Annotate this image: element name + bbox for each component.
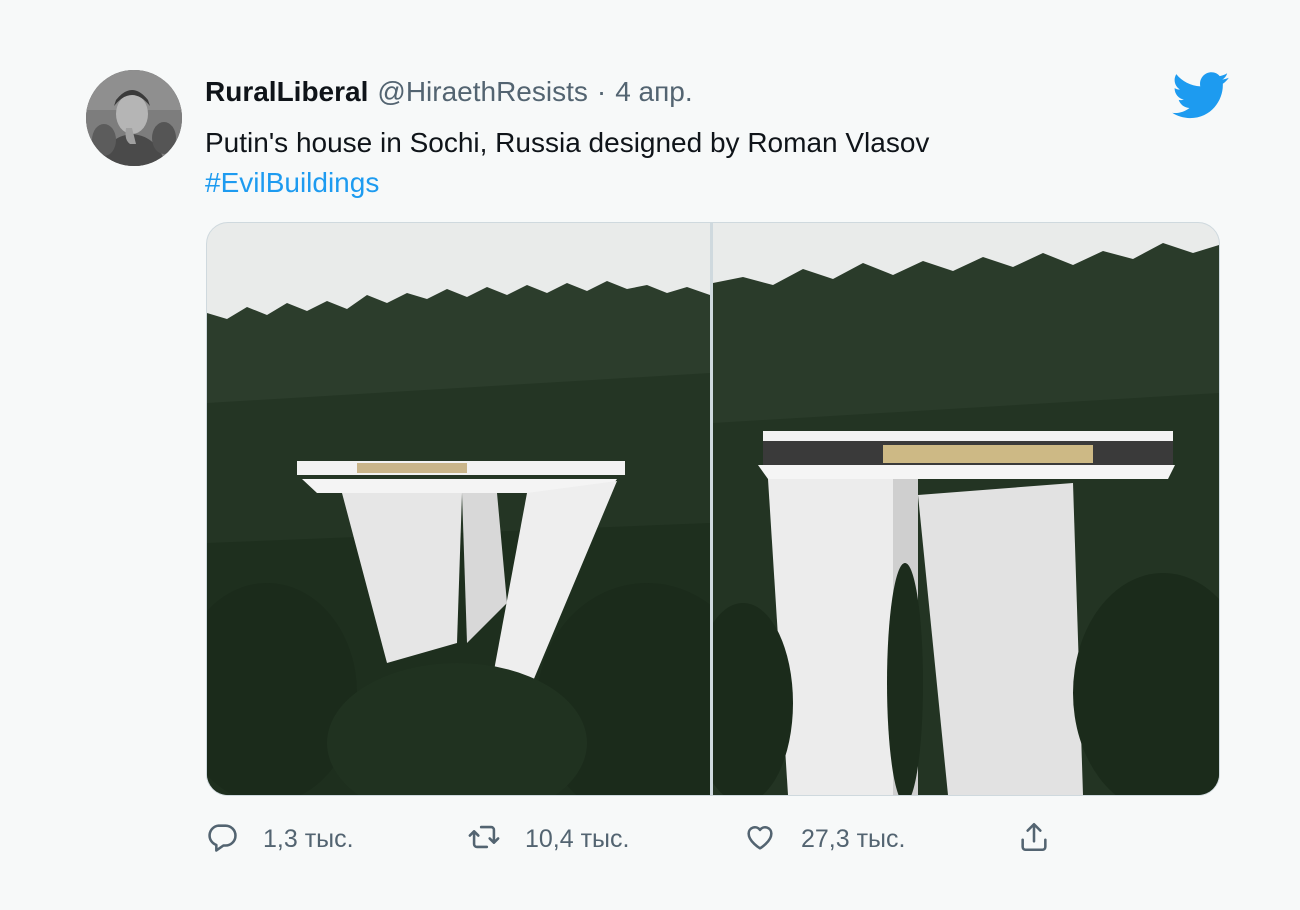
share-upload-icon [1017,820,1051,859]
speech-bubble-icon [205,820,239,859]
hashtag-link[interactable]: #EvilBuildings [205,163,929,203]
reply-button[interactable]: 1,3 тыс. [205,814,354,864]
heart-icon [743,820,777,859]
reply-count: 1,3 тыс. [263,824,354,853]
tweet-header: RuralLiberal @HiraethResists · 4 апр. [205,76,693,108]
retweet-count: 10,4 тыс. [525,824,630,853]
share-button[interactable] [1017,814,1051,864]
display-name[interactable]: RuralLiberal [205,76,368,108]
twitter-bird-icon[interactable] [1172,72,1230,125]
photo-right[interactable] [713,223,1219,795]
tweet-date[interactable]: 4 апр. [615,76,692,108]
avatar[interactable] [86,70,182,166]
retweet-arrows-icon [467,820,501,859]
photo-left[interactable] [207,223,710,795]
tweet-body: Putin's house in Sochi, Russia designed … [205,127,930,158]
like-button[interactable]: 27,3 тыс. [743,814,905,864]
separator-dot: · [596,76,607,107]
tweet-actions: 1,3 тыс. 10,4 тыс. 27,3 тыс. [205,814,1105,864]
retweet-button[interactable]: 10,4 тыс. [467,814,629,864]
like-count: 27,3 тыс. [801,824,906,853]
tweet-text: Putin's house in Sochi, Russia designed … [205,123,929,203]
media-grid [206,222,1220,796]
user-handle[interactable]: @HiraethResists [377,76,587,108]
